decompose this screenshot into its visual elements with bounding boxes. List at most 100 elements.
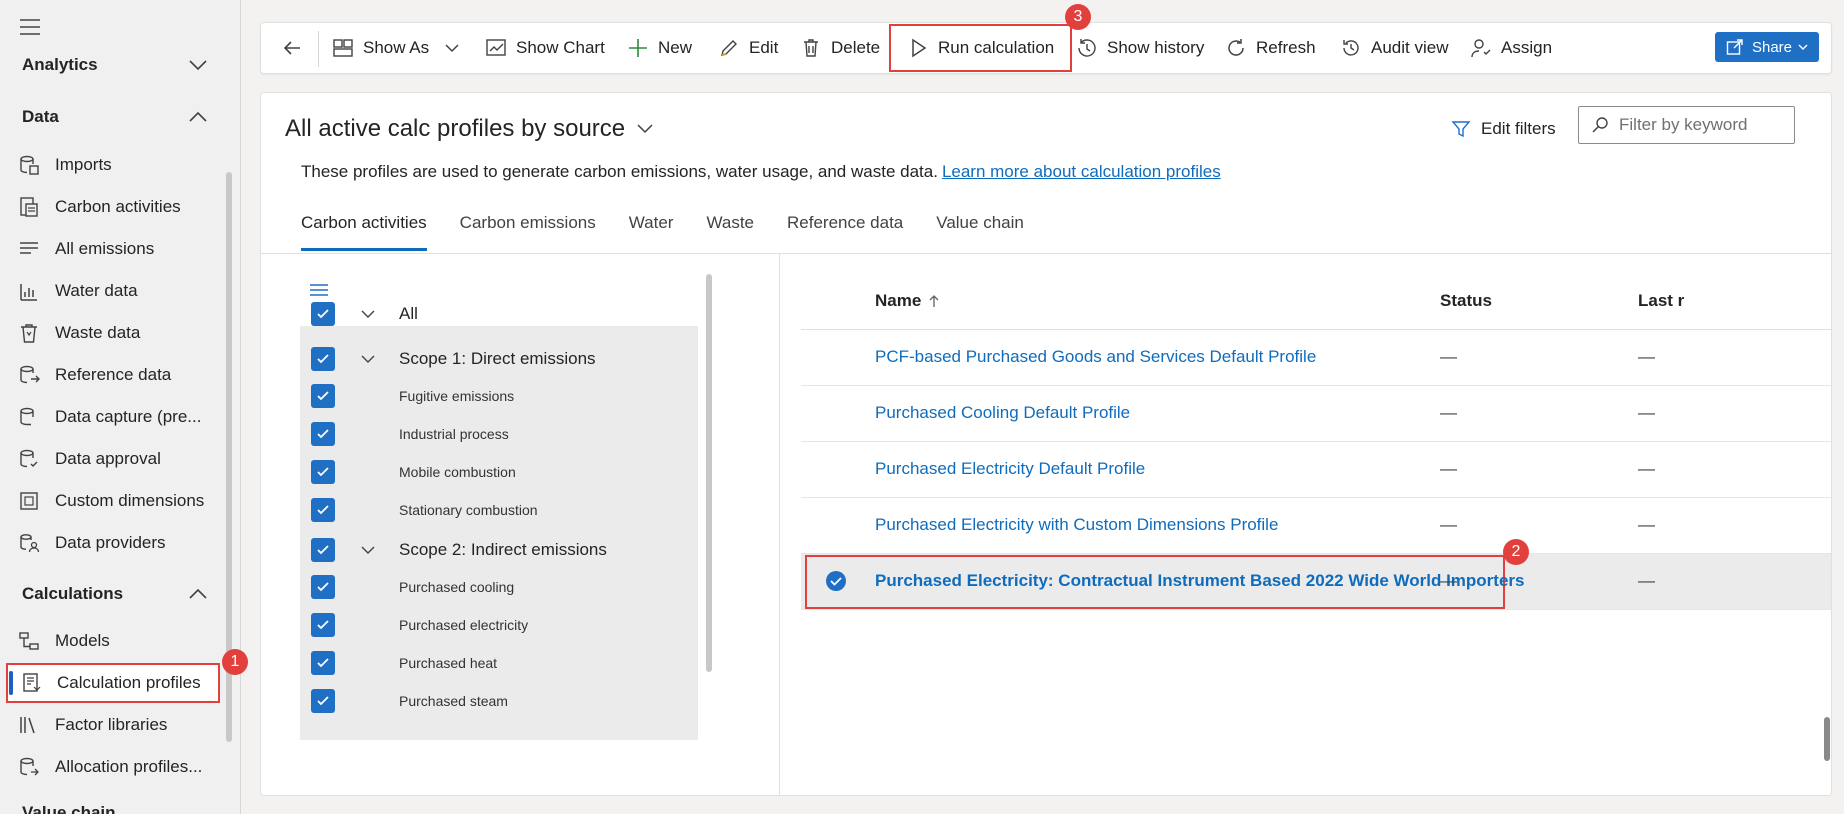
sidebar-item-imports[interactable]: Imports — [6, 145, 220, 185]
sort-ascending-icon — [929, 295, 939, 307]
sidebar-item-label: Reference data — [55, 365, 172, 384]
table-row[interactable]: Purchased Electricity Default Profile — … — [801, 442, 1831, 498]
sidebar-item-data-providers[interactable]: Data providers — [6, 523, 220, 563]
tree-row-scope2[interactable]: Scope 2: Indirect emissions — [311, 538, 607, 562]
table-row[interactable]: Purchased Electricity with Custom Dimens… — [801, 498, 1831, 554]
sidebar-item-allocation-profiles[interactable]: Allocation profiles... — [6, 747, 220, 787]
delete-button[interactable]: Delete — [800, 23, 880, 73]
tree-row-industrial-process[interactable]: Industrial process — [311, 422, 509, 446]
delete-label: Delete — [831, 38, 881, 57]
command-bar: Show As Show Chart New Edit Delete Run c… — [260, 22, 1832, 74]
tree-row-scope1[interactable]: Scope 1: Direct emissions — [311, 347, 596, 371]
tab-value-chain[interactable]: Value chain — [936, 193, 1024, 249]
checkmark-icon — [317, 391, 329, 401]
edit-button[interactable]: Edit — [718, 23, 778, 73]
sidebar-section-value-chain[interactable]: Value chain — [22, 796, 208, 814]
show-chart-button[interactable]: Show Chart — [485, 23, 605, 73]
checkbox[interactable] — [311, 384, 335, 408]
filter-input[interactable] — [1619, 115, 1789, 135]
status-cell: — — [1440, 515, 1457, 534]
tree-row-purchased-steam[interactable]: Purchased steam — [311, 689, 508, 713]
show-history-button[interactable]: Show history — [1076, 23, 1204, 73]
profile-name-link[interactable]: PCF-based Purchased Goods and Services D… — [875, 347, 1316, 367]
hamburger-menu-icon[interactable] — [18, 18, 42, 36]
sidebar-item-data-capture[interactable]: Data capture (pre... — [6, 397, 220, 437]
learn-more-link[interactable]: Learn more about calculation profiles — [942, 162, 1221, 181]
row-selected-check-icon[interactable] — [825, 570, 847, 592]
column-label: Last r — [1638, 291, 1685, 310]
new-button[interactable]: New — [627, 23, 692, 73]
sidebar-section-analytics[interactable]: Analytics — [22, 48, 208, 82]
sidebar-section-data[interactable]: Data — [22, 100, 208, 134]
tree-row-stationary-combustion[interactable]: Stationary combustion — [311, 498, 538, 522]
show-as-button[interactable]: Show As — [332, 23, 459, 73]
tree-scrollbar[interactable] — [706, 274, 712, 672]
step-badge: 2 — [1503, 539, 1529, 565]
chevron-down-icon[interactable] — [361, 355, 375, 364]
profile-name-link[interactable]: Purchased Electricity with Custom Dimens… — [875, 515, 1278, 535]
tree-row-fugitive-emissions[interactable]: Fugitive emissions — [311, 384, 514, 408]
tree-menu-icon[interactable] — [309, 283, 329, 297]
checkbox[interactable] — [311, 302, 335, 326]
tab-waste[interactable]: Waste — [706, 193, 754, 249]
checkbox[interactable] — [311, 538, 335, 562]
back-button[interactable] — [281, 23, 312, 73]
sidebar-item-factor-libraries[interactable]: Factor libraries — [6, 705, 220, 745]
section-title: Data — [22, 107, 59, 126]
column-header-name[interactable]: Name — [875, 291, 939, 311]
tab-water[interactable]: Water — [629, 193, 674, 249]
table-row[interactable]: Purchased Cooling Default Profile — — — [801, 386, 1831, 442]
sidebar-item-custom-dimensions[interactable]: Custom dimensions — [6, 481, 220, 521]
filter-by-keyword[interactable] — [1578, 106, 1795, 144]
table-row[interactable]: PCF-based Purchased Goods and Services D… — [801, 330, 1831, 386]
profile-name-link[interactable]: Purchased Electricity Default Profile — [875, 459, 1145, 479]
profile-name-link[interactable]: Purchased Cooling Default Profile — [875, 403, 1130, 423]
sidebar-item-carbon-activities[interactable]: Carbon activities — [6, 187, 220, 227]
share-button[interactable]: Share — [1715, 32, 1819, 62]
chevron-down-icon[interactable] — [361, 310, 375, 319]
new-label: New — [658, 38, 693, 57]
scope-tree: All Scope 1: Direct emissions Fugitive e… — [300, 263, 712, 783]
sidebar-item-data-approval[interactable]: Data approval — [6, 439, 220, 479]
profile-name-link[interactable]: Purchased Electricity: Contractual Instr… — [875, 571, 1525, 591]
sidebar-item-label: Water data — [55, 281, 138, 300]
tab-carbon-activities[interactable]: Carbon activities — [301, 193, 427, 251]
tree-row-all[interactable]: All — [311, 302, 418, 326]
table-row-selected[interactable]: Purchased Electricity: Contractual Instr… — [801, 554, 1831, 610]
checkbox[interactable] — [311, 613, 335, 637]
sidebar-section-calculations[interactable]: Calculations — [22, 577, 208, 611]
tree-row-purchased-heat[interactable]: Purchased heat — [311, 651, 497, 675]
chevron-down-icon[interactable] — [361, 546, 375, 555]
view-selector[interactable]: All active calc profiles by source — [285, 115, 653, 143]
checkbox[interactable] — [311, 498, 335, 522]
tree-row-purchased-cooling[interactable]: Purchased cooling — [311, 575, 514, 599]
checkbox[interactable] — [311, 575, 335, 599]
checkbox[interactable] — [311, 689, 335, 713]
sidebar-item-models[interactable]: Models — [6, 621, 220, 661]
checkmark-icon — [317, 658, 329, 668]
sidebar-item-calculation-profiles[interactable]: Calculation profiles — [6, 663, 220, 703]
tab-reference-data[interactable]: Reference data — [787, 193, 903, 249]
tree-label: Purchased electricity — [399, 617, 529, 633]
assign-button[interactable]: Assign — [1470, 23, 1552, 73]
run-calculation-button[interactable]: Run calculation — [889, 24, 1073, 72]
sidebar-item-waste-data[interactable]: Waste data — [6, 313, 220, 353]
sidebar-item-reference-data[interactable]: Reference data — [6, 355, 220, 395]
tab-carbon-emissions[interactable]: Carbon emissions — [460, 193, 596, 249]
checkbox[interactable] — [311, 651, 335, 675]
share-label: Share — [1751, 38, 1793, 56]
status-cell: — — [1440, 459, 1457, 478]
sidebar-item-water-data[interactable]: Water data — [6, 271, 220, 311]
grid-scrollbar[interactable] — [1824, 717, 1830, 761]
column-header-last-run[interactable]: Last r — [1638, 291, 1684, 311]
tree-row-mobile-combustion[interactable]: Mobile combustion — [311, 460, 516, 484]
checkbox[interactable] — [311, 422, 335, 446]
column-header-status[interactable]: Status — [1440, 291, 1492, 311]
refresh-button[interactable]: Refresh — [1225, 23, 1316, 73]
tree-row-purchased-electricity[interactable]: Purchased electricity — [311, 613, 528, 637]
edit-filters-button[interactable]: Edit filters — [1451, 119, 1556, 139]
checkbox[interactable] — [311, 460, 335, 484]
checkbox[interactable] — [311, 347, 335, 371]
sidebar-item-all-emissions[interactable]: All emissions — [6, 229, 220, 269]
audit-view-button[interactable]: Audit view — [1340, 23, 1448, 73]
